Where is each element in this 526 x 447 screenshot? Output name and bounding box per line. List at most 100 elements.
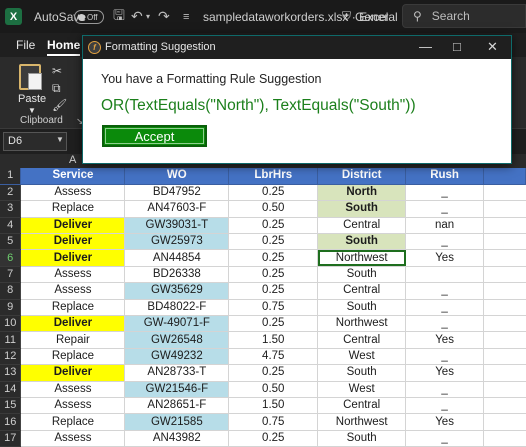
empty-cell[interactable] bbox=[483, 299, 526, 317]
empty-cell[interactable] bbox=[483, 249, 526, 267]
cell-district[interactable]: Central bbox=[317, 282, 407, 300]
cell-rush[interactable] bbox=[405, 266, 485, 284]
tab-file[interactable]: File bbox=[16, 38, 35, 52]
cell-lbrhrs[interactable]: 0.75 bbox=[228, 413, 319, 431]
redo-icon[interactable]: ↷ bbox=[158, 0, 170, 33]
empty-cell[interactable] bbox=[483, 348, 526, 366]
cell-district[interactable]: Central bbox=[317, 397, 407, 415]
cell-rush[interactable]: _ bbox=[405, 315, 485, 333]
cell-lbrhrs[interactable]: 1.50 bbox=[228, 331, 319, 349]
cell-service[interactable]: Assess bbox=[20, 397, 126, 415]
header-lbrhrs[interactable]: LbrHrs bbox=[228, 168, 319, 185]
search-box[interactable]: ⚲ Search bbox=[402, 4, 526, 28]
empty-cell[interactable] bbox=[483, 413, 526, 431]
cell-rush[interactable]: Yes bbox=[405, 249, 485, 267]
cell-wo[interactable]: GW25973 bbox=[124, 233, 230, 251]
cell-wo[interactable]: GW21546-F bbox=[124, 381, 230, 398]
cell-lbrhrs[interactable]: 0.25 bbox=[228, 266, 319, 284]
cell-wo[interactable]: AN44854 bbox=[124, 249, 230, 267]
header-district[interactable]: District bbox=[317, 168, 407, 185]
cell-rush[interactable]: _ bbox=[405, 348, 485, 366]
row-header[interactable]: 10 bbox=[0, 315, 22, 333]
cell-district[interactable]: South bbox=[317, 364, 407, 382]
cell-district[interactable]: Northwest bbox=[317, 315, 407, 333]
cell-service[interactable]: Deliver bbox=[20, 217, 126, 235]
format-painter-icon[interactable]: 🖌 bbox=[52, 98, 67, 112]
cell-district[interactable]: Northwest bbox=[317, 413, 407, 431]
cell-service[interactable]: Replace bbox=[20, 413, 126, 431]
row-header[interactable]: 2 bbox=[0, 184, 22, 202]
cell-wo[interactable]: GW21585 bbox=[124, 413, 230, 431]
cell-service[interactable]: Deliver bbox=[20, 364, 126, 382]
cell-lbrhrs[interactable]: 0.25 bbox=[228, 364, 319, 382]
header-rush[interactable]: Rush bbox=[405, 168, 485, 185]
row-header[interactable]: 16 bbox=[0, 413, 22, 431]
paste-button[interactable]: Paste bbox=[18, 93, 46, 105]
cell-rush[interactable]: _ bbox=[405, 430, 485, 447]
row-header[interactable]: 13 bbox=[0, 364, 22, 382]
copy-icon[interactable]: ⧉ bbox=[52, 81, 61, 96]
cell-district[interactable]: South bbox=[317, 299, 407, 317]
row-header[interactable]: 7 bbox=[0, 266, 22, 284]
cell-wo[interactable]: GW26548 bbox=[124, 331, 230, 349]
cell-lbrhrs[interactable]: 1.50 bbox=[228, 397, 319, 415]
cell-lbrhrs[interactable]: 0.50 bbox=[228, 381, 319, 398]
maximize-icon[interactable]: □ bbox=[453, 39, 461, 54]
cell-district[interactable]: South bbox=[317, 233, 407, 251]
customize-toolbar-icon[interactable]: ≡ bbox=[183, 0, 189, 33]
row-header[interactable]: 3 bbox=[0, 200, 22, 218]
empty-cell[interactable] bbox=[483, 200, 526, 218]
cell-service[interactable]: Assess bbox=[20, 381, 126, 398]
cell-lbrhrs[interactable]: 0.25 bbox=[228, 184, 319, 202]
empty-cell[interactable] bbox=[483, 266, 526, 284]
row-header[interactable]: 17 bbox=[0, 430, 22, 447]
name-box-dropdown-icon[interactable]: ▼ bbox=[56, 135, 64, 144]
cell-rush[interactable]: _ bbox=[405, 282, 485, 300]
cell-service[interactable]: Deliver bbox=[20, 315, 126, 333]
row-header[interactable]: 9 bbox=[0, 299, 22, 317]
cell-district[interactable]: Northwest bbox=[317, 249, 407, 267]
empty-cell[interactable] bbox=[483, 282, 526, 300]
row-header[interactable]: 14 bbox=[0, 381, 22, 398]
cell-service[interactable]: Replace bbox=[20, 299, 126, 317]
cut-icon[interactable]: ✂ bbox=[52, 64, 62, 78]
header-service[interactable]: Service bbox=[20, 168, 126, 185]
empty-cell[interactable] bbox=[483, 430, 526, 447]
row-header[interactable]: 15 bbox=[0, 397, 22, 415]
cell-service[interactable]: Replace bbox=[20, 348, 126, 366]
worksheet-grid[interactable]: 1 Service WO LbrHrs District Rush 2 Asses… bbox=[0, 168, 526, 447]
cell-service[interactable]: Repair bbox=[20, 331, 126, 349]
cell-rush[interactable]: _ bbox=[405, 200, 485, 218]
empty-cell[interactable] bbox=[483, 217, 526, 235]
cell-lbrhrs[interactable]: 4.75 bbox=[228, 348, 319, 366]
empty-cell[interactable] bbox=[483, 184, 526, 202]
cell-wo[interactable]: GW49232 bbox=[124, 348, 230, 366]
empty-cell[interactable] bbox=[483, 381, 526, 398]
cell-lbrhrs[interactable]: 0.25 bbox=[228, 217, 319, 235]
cell-lbrhrs[interactable]: 0.25 bbox=[228, 282, 319, 300]
cell-service[interactable]: Assess bbox=[20, 184, 126, 202]
empty-cell[interactable] bbox=[483, 233, 526, 251]
cell-wo[interactable]: BD48022-F bbox=[124, 299, 230, 317]
cell-wo[interactable]: BD26338 bbox=[124, 266, 230, 284]
row-header[interactable]: 11 bbox=[0, 331, 22, 349]
header-wo[interactable]: WO bbox=[124, 168, 230, 185]
cell-rush[interactable]: Yes bbox=[405, 331, 485, 349]
cell-wo[interactable]: GW39031-T bbox=[124, 217, 230, 235]
undo-icon[interactable]: ↶ bbox=[131, 0, 143, 33]
cell-rush[interactable]: nan bbox=[405, 217, 485, 235]
cell-district[interactable]: West bbox=[317, 381, 407, 398]
row-header[interactable]: 5 bbox=[0, 233, 22, 251]
row-header[interactable]: 6 bbox=[0, 249, 22, 267]
cell-service[interactable]: Replace bbox=[20, 200, 126, 218]
cell-rush[interactable]: _ bbox=[405, 184, 485, 202]
cell-rush[interactable]: _ bbox=[405, 233, 485, 251]
empty-cell[interactable] bbox=[483, 331, 526, 349]
paste-icon[interactable] bbox=[19, 64, 42, 90]
cell-lbrhrs[interactable]: 0.25 bbox=[228, 430, 319, 447]
cell-rush[interactable]: Yes bbox=[405, 413, 485, 431]
cell-service[interactable]: Deliver bbox=[20, 233, 126, 251]
cell-district[interactable]: Central bbox=[317, 331, 407, 349]
row-header[interactable]: 8 bbox=[0, 282, 22, 300]
cell-wo[interactable]: GW35629 bbox=[124, 282, 230, 300]
